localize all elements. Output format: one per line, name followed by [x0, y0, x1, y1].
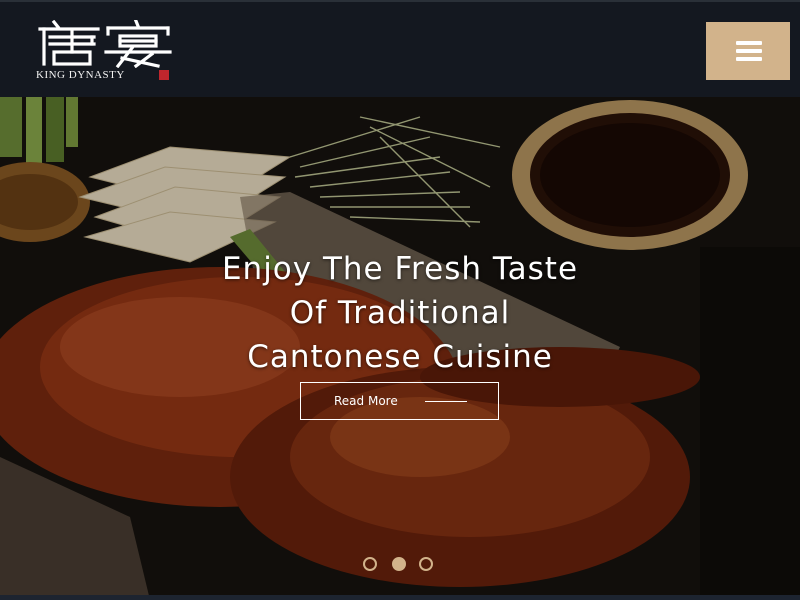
hero-slider: Enjoy The Fresh Taste Of Traditional Can…: [0, 97, 800, 600]
read-more-label: Read More: [334, 394, 398, 408]
read-more-button[interactable]: Read More: [300, 382, 499, 420]
hero-title-line: Of Traditional: [289, 295, 511, 331]
bottom-divider: [0, 595, 800, 600]
slider-dot-3[interactable]: [419, 557, 433, 571]
page: KING DYNASTY Enjoy The Fresh Taste Of Tr…: [0, 0, 800, 600]
menu-button[interactable]: [706, 22, 790, 80]
logo[interactable]: KING DYNASTY: [36, 20, 172, 84]
logo-seal-icon: [159, 70, 169, 80]
slider-dot-1[interactable]: [363, 557, 377, 571]
arrow-line-icon: [425, 401, 467, 402]
hero-title-line: Cantonese Cuisine: [247, 339, 553, 375]
hamburger-menu-icon: [736, 41, 762, 61]
hero-title: Enjoy The Fresh Taste Of Traditional Can…: [150, 247, 650, 379]
logo-english-text: KING DYNASTY: [36, 69, 125, 81]
hero-title-line: Enjoy The Fresh Taste: [221, 251, 579, 287]
logo-chinese-characters: [38, 20, 172, 68]
slider-pagination: [363, 557, 439, 573]
site-header: KING DYNASTY: [0, 0, 800, 97]
slider-dot-2[interactable]: [392, 557, 406, 571]
